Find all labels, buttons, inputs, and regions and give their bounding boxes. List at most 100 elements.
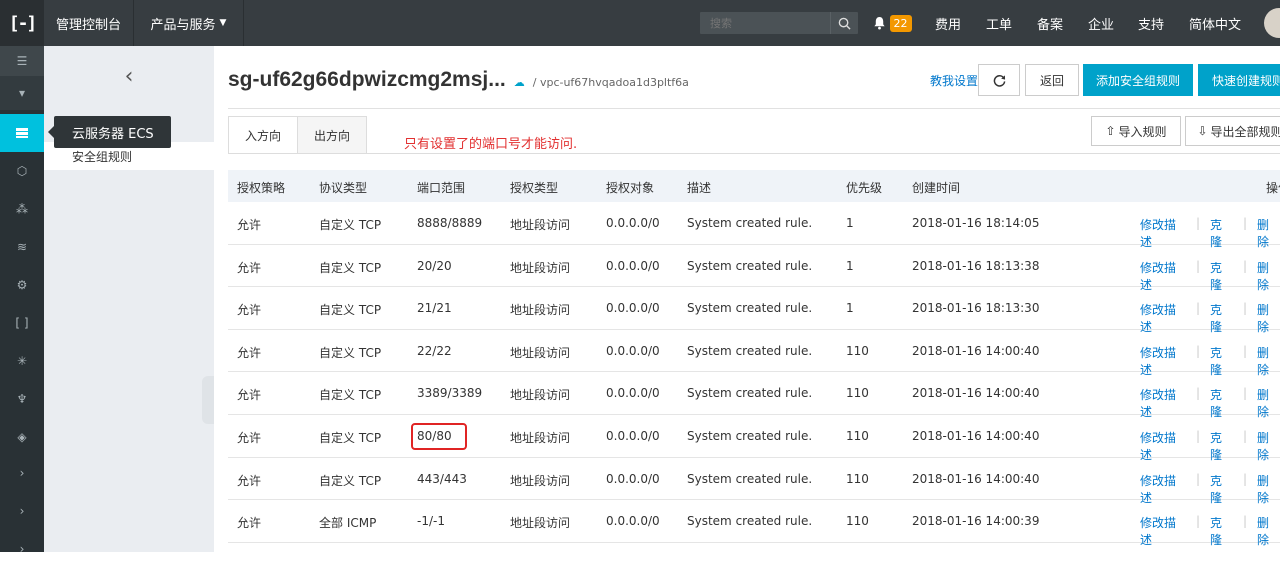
search-box [700,12,858,34]
notifications[interactable]: 22 [862,0,922,46]
help-link[interactable]: 教我设置 [930,72,978,89]
user-avatar[interactable] [1264,8,1280,38]
shield-icon[interactable]: ⬡ [0,152,44,190]
chevron-down-icon[interactable]: ▾ [0,76,44,110]
search-icon[interactable] [830,12,858,34]
tabs-divider [228,153,1280,154]
layers-icon[interactable]: ≋ [0,228,44,266]
cell-target: 0.0.0.0/0 [606,258,660,273]
cell-policy: 允许 [237,303,262,318]
bell-icon [873,16,885,30]
cell-priority: 110 [846,343,869,358]
cell-created: 2018-01-16 14:00:39 [912,514,1040,529]
export-rules-button[interactable]: ⇩ 导出全部规则 [1185,116,1280,146]
add-rule-button[interactable]: 添加安全组规则 [1083,64,1193,96]
cell-protocol: 自定义 TCP [319,431,382,445]
cell-created: 2018-01-16 14:00:40 [912,429,1040,443]
download-icon: ⇩ [1197,124,1208,138]
cell-policy: 允许 [237,218,262,232]
table-row: 允许 全部 ICMP -1/-1 地址段访问 0.0.0.0/0 System creat… [228,500,1280,547]
quick-create-button[interactable]: 快速创建规则 [1198,64,1280,96]
cell-priority: 1 [846,216,854,230]
cell-auth-type: 地址段访问 [510,345,571,360]
cell-desc: System created rule. [687,258,813,273]
console-home-link[interactable]: 管理控制台 [44,0,134,46]
cell-protocol: 自定义 TCP [319,260,382,275]
ecs-server-icon[interactable] [0,114,44,152]
eye-icon[interactable]: ◈ [0,418,44,456]
back-button[interactable]: 返回 [1025,64,1079,96]
cell-priority: 110 [846,471,869,486]
cell-desc: System created rule. [687,471,813,486]
tab-inbound[interactable]: 入方向 [228,116,299,154]
edit-desc-link[interactable]: 修改描述 [1140,514,1186,548]
cell-auth-type: 地址段访问 [510,303,571,318]
cell-desc: System created rule. [687,343,813,358]
cell-port: 20/20 [417,258,452,273]
col-ops: 操作 [1266,181,1280,195]
tree-icon[interactable]: ♆ [0,380,44,418]
cell-protocol: 全部 ICMP [319,516,377,531]
cell-priority: 110 [846,514,869,529]
table-row: 允许 自定义 TCP 443/443 地址段访问 0.0.0.0/0 System cre… [228,458,1280,505]
logo-glyph: [-] [8,12,37,34]
col-target: 授权对象 [606,181,655,195]
cell-protocol: 自定义 TCP [319,473,382,488]
cell-target: 0.0.0.0/0 [606,386,660,401]
cell-desc: System created rule. [687,301,813,316]
cell-created: 2018-01-16 14:00:40 [912,471,1040,486]
import-label: 导入规则 [1118,124,1167,139]
cell-policy: 允许 [237,345,262,360]
nodes-icon[interactable]: ✳ [0,342,44,380]
aliyun-logo[interactable]: [-] [0,0,44,46]
vpc-breadcrumb[interactable]: / vpc-uf67hvqadoa1d3pltf6a [533,76,689,89]
collapse-handle[interactable] [202,376,214,424]
cell-priority: 1 [846,301,854,316]
chevron-right-icon[interactable]: › [0,454,44,492]
col-auth-type: 授权类型 [510,181,559,195]
cell-auth-type: 地址段访问 [510,388,571,403]
tab-outbound[interactable]: 出方向 [297,116,368,154]
nav-enterprise[interactable]: 企业 [1076,0,1126,46]
cell-created: 2018-01-16 14:00:40 [912,343,1040,358]
products-menu[interactable]: 产品与服务 ▼ [134,0,244,46]
table-header: 授权策略 协议类型 端口范围 授权类型 授权对象 描述 优先级 创建时间 操作 [228,170,1280,202]
port-notice: 只有设置了的端口号才能访问. [404,137,578,152]
cell-created: 2018-01-16 18:14:05 [912,216,1040,230]
table-row: 允许 自定义 TCP 20/20 地址段访问 0.0.0.0/0 System creat… [228,245,1280,292]
network-icon[interactable]: ⁂ [0,190,44,228]
cell-priority: 110 [846,386,869,401]
menu-toggle-icon[interactable]: ☰ [0,46,44,76]
cell-auth-type: 地址段访问 [510,260,571,275]
refresh-button[interactable] [978,64,1020,96]
cell-created: 2018-01-16 18:13:30 [912,301,1040,316]
cell-protocol: 自定义 TCP [319,345,382,360]
nav-icp[interactable]: 备案 [1024,0,1076,46]
chevron-right-icon[interactable]: › [0,492,44,530]
cell-created: 2018-01-16 18:13:38 [912,258,1040,273]
bracket-icon[interactable]: [ ] [0,304,44,342]
refresh-icon [993,74,1005,87]
cell-desc: System created rule. [687,386,813,401]
cell-policy: 允许 [237,260,262,275]
search-input[interactable] [700,12,830,34]
nav-support[interactable]: 支持 [1126,0,1176,46]
cloud-icon: ☁ [513,76,525,89]
nav-tickets[interactable]: 工单 [974,0,1024,46]
import-rules-button[interactable]: ⇧ 导入规则 [1091,116,1181,146]
nav-language[interactable]: 简体中文 [1176,0,1254,46]
clone-link[interactable]: 克隆 [1210,514,1233,548]
chip-icon[interactable]: ⚙ [0,266,44,304]
back-arrow-icon[interactable]: ‹ [44,64,214,89]
icon-rail: ☰ ▾ ⬡ ⁂ ≋ ⚙ [ ] ✳ ♆ ◈ › › › [0,46,44,556]
cell-target: 0.0.0.0/0 [606,514,660,529]
table-row: 允许 自定义 TCP 3389/3389 地址段访问 0.0.0.0/0 System c… [228,372,1280,419]
chevron-right-icon[interactable]: › [0,530,44,568]
nav-fees[interactable]: 费用 [922,0,974,46]
cell-port: 443/443 [417,471,467,486]
delete-link[interactable]: 删除 [1257,514,1280,548]
cell-protocol: 自定义 TCP [319,303,382,318]
upload-icon: ⇧ [1105,124,1116,138]
page-title: sg-uf62g66dpwizcmg2msj... [228,68,506,91]
cell-port: 3389/3389 [417,386,483,401]
